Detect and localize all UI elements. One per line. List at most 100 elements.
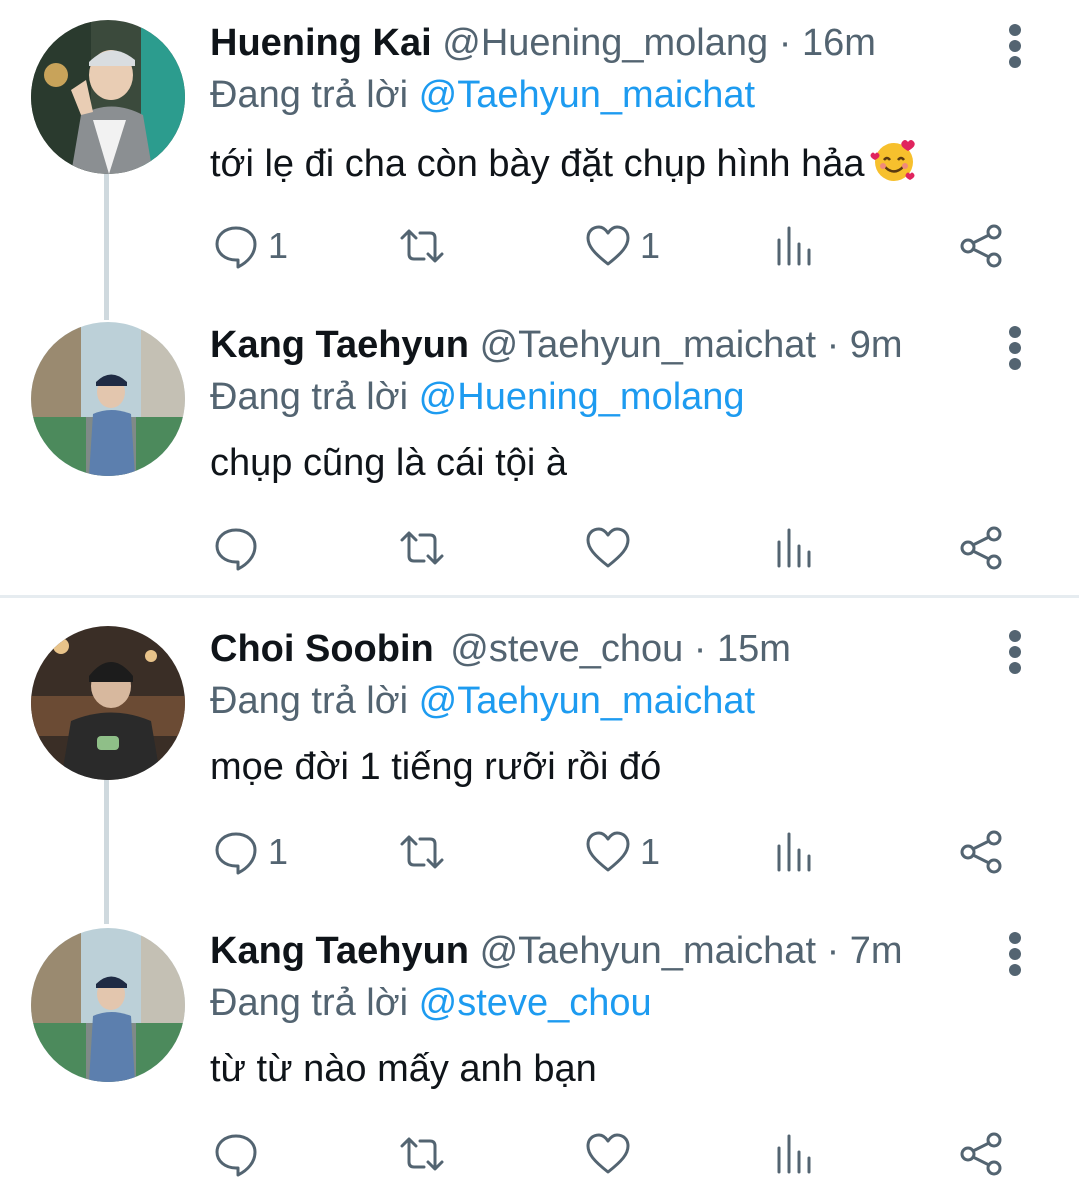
avatar[interactable] <box>31 20 185 174</box>
avatar[interactable] <box>31 322 185 476</box>
bar-chart-icon <box>777 528 811 568</box>
like-button[interactable] <box>584 1124 640 1184</box>
retweet-arrows-icon <box>400 835 444 869</box>
tweet-actions: 1 1 <box>0 822 1079 882</box>
reply-button[interactable] <box>212 1124 268 1184</box>
more-vertical-icon[interactable] <box>1004 326 1026 370</box>
tweet-actions <box>0 1124 1079 1184</box>
reply-bubble-icon <box>215 528 257 571</box>
like-button[interactable] <box>584 518 640 578</box>
share-nodes-icon <box>960 1132 1002 1176</box>
share-button[interactable] <box>958 518 1006 578</box>
heart-icon <box>586 225 630 266</box>
tweet-text-content: tới lẹ đi cha còn bày đặt chụp hình hảa <box>210 143 865 185</box>
avatar-photo <box>31 20 185 174</box>
tweet[interactable]: Kang Taehyun @Taehyun_maichat · 7m Đang … <box>0 928 1079 1198</box>
tweet-text: từ từ nào mấy anh bạn <box>210 1048 597 1090</box>
tweet[interactable]: Huening Kai @Huening_molang · 16m Đang t… <box>0 20 1079 300</box>
user-handle[interactable]: @steve_chou <box>450 628 683 670</box>
display-name[interactable]: Kang Taehyun <box>210 930 469 972</box>
tweet-text: mọe đời 1 tiếng rưỡi rồi đó <box>210 746 662 788</box>
timestamp[interactable]: 9m <box>850 324 903 366</box>
timestamp[interactable]: 15m <box>717 628 791 670</box>
views-button[interactable] <box>772 822 820 882</box>
reply-button[interactable]: 1 <box>212 216 288 276</box>
share-nodes-icon <box>960 224 1002 268</box>
user-handle[interactable]: @Huening_molang <box>442 22 768 64</box>
replying-to-label: Đang trả lời <box>210 982 409 1024</box>
retweet-arrows-icon <box>400 1137 444 1171</box>
separator-dot: · <box>693 628 707 670</box>
replying-to: Đang trả lời @steve_chou <box>210 980 652 1026</box>
separator-dot: · <box>778 22 792 64</box>
share-button[interactable] <box>958 1124 1006 1184</box>
tweet-header: Choi Soobin @steve_chou · 15m <box>210 626 791 672</box>
tweet-text: tới lẹ đi cha còn bày đặt chụp hình hảa <box>210 136 918 187</box>
heart-icon <box>586 1133 630 1174</box>
mention-link[interactable]: @Huening_molang <box>419 376 745 418</box>
mention-link[interactable]: @Taehyun_maichat <box>419 74 755 116</box>
tweet-header: Huening Kai @Huening_molang · 16m <box>210 20 876 66</box>
mention-link[interactable]: @steve_chou <box>419 982 652 1024</box>
like-count: 1 <box>640 225 661 266</box>
tweet[interactable]: Choi Soobin @steve_chou · 15m Đang trả l… <box>0 626 1079 906</box>
retweet-button[interactable] <box>398 822 446 882</box>
like-button[interactable]: 1 <box>584 822 660 882</box>
tweet-header: Kang Taehyun @Taehyun_maichat · 7m <box>210 928 903 974</box>
replying-to-label: Đang trả lời <box>210 74 409 116</box>
reply-bubble-icon <box>215 832 257 875</box>
replying-to-label: Đang trả lời <box>210 376 409 418</box>
reply-count: 1 <box>268 831 289 872</box>
views-button[interactable] <box>772 216 820 276</box>
heart-icon <box>586 527 630 568</box>
replying-to-label: Đang trả lời <box>210 680 409 722</box>
views-button[interactable] <box>772 1124 820 1184</box>
avatar[interactable] <box>31 626 185 780</box>
separator-dot: · <box>826 324 840 366</box>
share-nodes-icon <box>960 830 1002 874</box>
more-vertical-icon[interactable] <box>1004 630 1026 674</box>
tweet-actions <box>0 518 1079 578</box>
avatar-photo <box>31 928 185 1082</box>
avatar-photo <box>31 322 185 476</box>
reply-bubble-icon <box>215 226 257 269</box>
retweet-button[interactable] <box>398 1124 446 1184</box>
replying-to: Đang trả lời @Taehyun_maichat <box>210 678 755 724</box>
reply-button[interactable]: 1 <box>212 822 288 882</box>
more-vertical-icon[interactable] <box>1004 24 1026 68</box>
share-button[interactable] <box>958 822 1006 882</box>
more-vertical-icon[interactable] <box>1004 932 1026 976</box>
mention-link[interactable]: @Taehyun_maichat <box>419 680 755 722</box>
bar-chart-icon <box>777 832 811 872</box>
avatar[interactable] <box>31 928 185 1082</box>
separator-dot: · <box>826 930 840 972</box>
heart-icon <box>586 831 630 872</box>
like-count: 1 <box>640 831 661 872</box>
retweet-arrows-icon <box>400 229 444 263</box>
retweet-button[interactable] <box>398 216 446 276</box>
reply-count: 1 <box>268 225 289 266</box>
display-name[interactable]: Choi Soobin <box>210 628 434 670</box>
user-handle[interactable]: @Taehyun_maichat <box>480 324 816 366</box>
user-handle[interactable]: @Taehyun_maichat <box>480 930 816 972</box>
share-nodes-icon <box>960 526 1002 570</box>
tweet-text: chụp cũng là cái tội à <box>210 442 568 484</box>
display-name[interactable]: Kang Taehyun <box>210 324 469 366</box>
replying-to: Đang trả lời @Huening_molang <box>210 374 745 420</box>
like-button[interactable]: 1 <box>584 216 660 276</box>
reply-bubble-icon <box>215 1134 257 1177</box>
tweet-header: Kang Taehyun @Taehyun_maichat · 9m <box>210 322 903 368</box>
views-button[interactable] <box>772 518 820 578</box>
bar-chart-icon <box>777 1134 811 1174</box>
tweet-actions: 1 1 <box>0 216 1079 276</box>
tweet[interactable]: Kang Taehyun @Taehyun_maichat · 9m Đang … <box>0 322 1079 592</box>
share-button[interactable] <box>958 216 1006 276</box>
avatar-photo <box>31 626 185 780</box>
bar-chart-icon <box>777 226 811 266</box>
timestamp[interactable]: 7m <box>850 930 903 972</box>
retweet-button[interactable] <box>398 518 446 578</box>
retweet-arrows-icon <box>400 531 444 565</box>
display-name[interactable]: Huening Kai <box>210 22 432 64</box>
reply-button[interactable] <box>212 518 268 578</box>
timestamp[interactable]: 16m <box>802 22 876 64</box>
